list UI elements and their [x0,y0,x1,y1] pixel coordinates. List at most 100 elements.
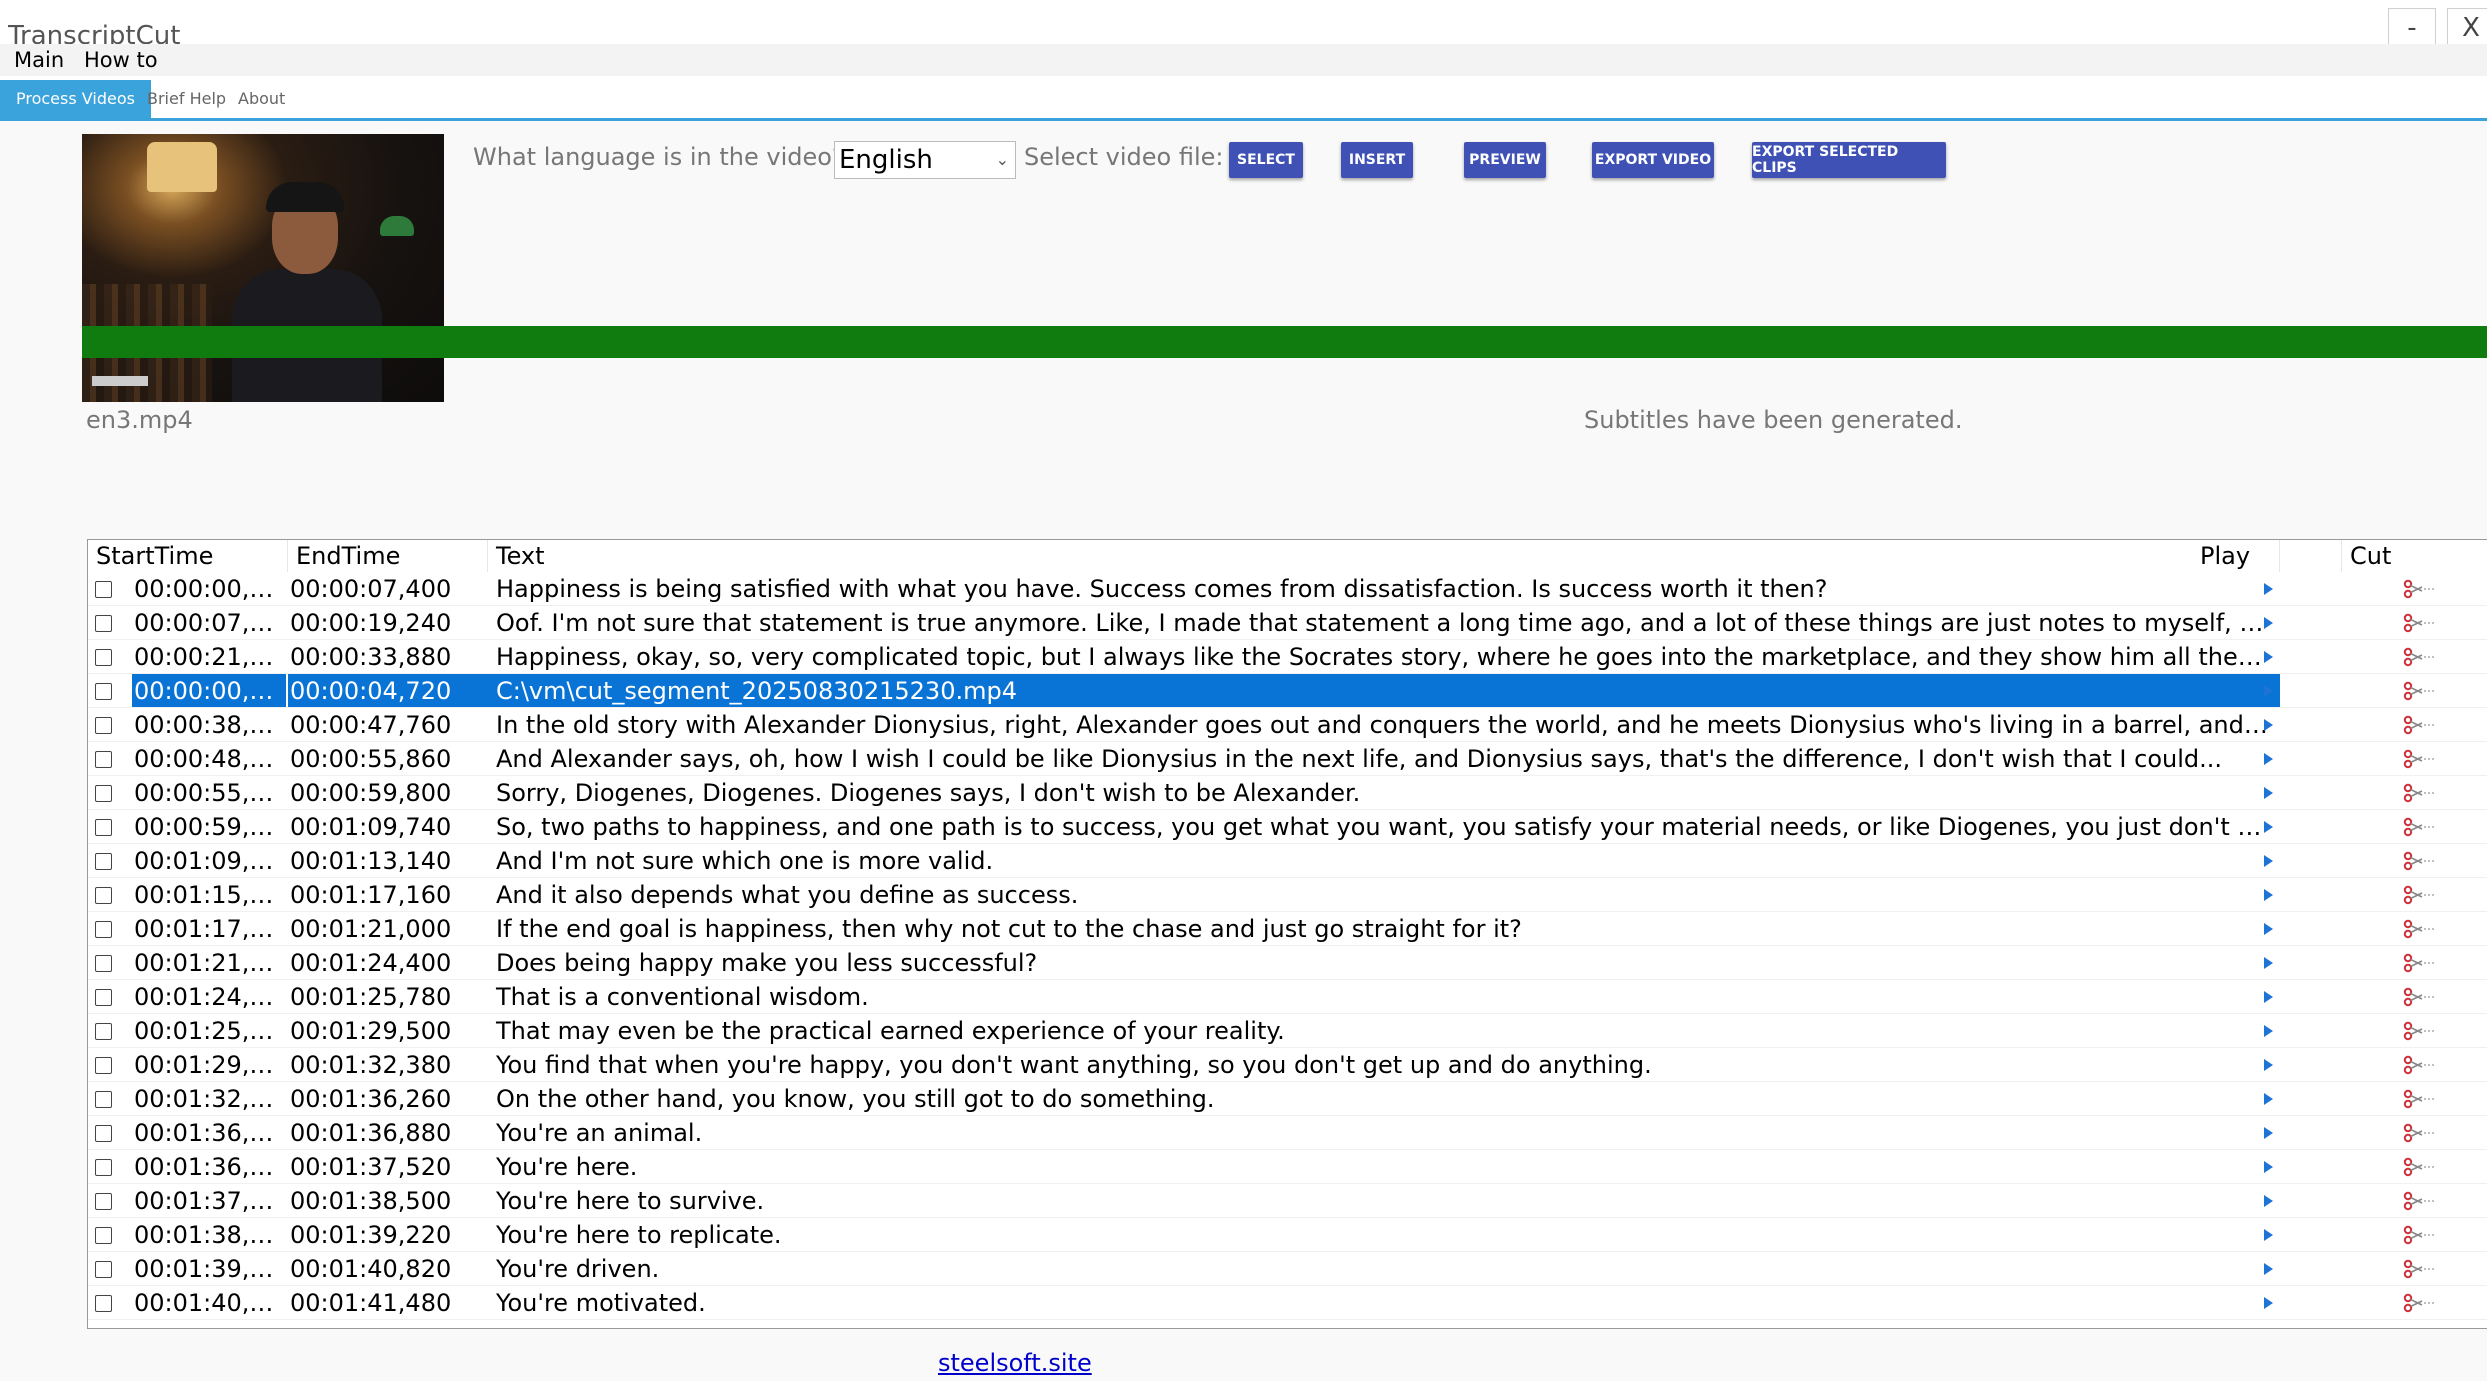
table-row[interactable]: 00:01:09,740 00:01:13,140 And I'm not sure… [88,844,2487,878]
row-checkbox[interactable] [95,819,112,836]
table-row[interactable]: 00:00:07,400 00:00:19,240 Oof. I'm not sur… [88,606,2487,640]
table-row[interactable]: 00:00:00,000 00:00:07,400 Happiness is bei… [88,572,2487,606]
play-icon[interactable] [2264,923,2273,935]
row-checkbox[interactable] [95,1227,112,1244]
row-checkbox[interactable] [95,887,112,904]
play-icon[interactable] [2264,991,2273,1003]
row-checkbox[interactable] [95,785,112,802]
scissors-icon[interactable] [2402,952,2436,974]
scissors-icon[interactable] [2402,646,2436,668]
insert-button[interactable]: INSERT [1341,142,1413,178]
row-checkbox[interactable] [95,921,112,938]
play-icon[interactable] [2264,1093,2273,1105]
play-icon[interactable] [2264,1263,2273,1275]
scissors-icon[interactable] [2402,1224,2436,1246]
play-icon[interactable] [2264,685,2273,697]
export-selected-clips-button[interactable]: EXPORT SELECTED CLIPS [1752,142,1946,178]
scissors-icon[interactable] [2402,1190,2436,1212]
scissors-icon[interactable] [2402,816,2436,838]
row-checkbox[interactable] [95,649,112,666]
scissors-icon[interactable] [2402,884,2436,906]
play-icon[interactable] [2264,889,2273,901]
play-icon[interactable] [2264,1229,2273,1241]
scissors-icon[interactable] [2402,714,2436,736]
column-header-end-time[interactable]: EndTime [288,540,488,572]
export-video-button[interactable]: EXPORT VIDEO [1592,142,1714,178]
scissors-icon[interactable] [2402,1088,2436,1110]
table-row[interactable]: 00:01:36,880 00:01:37,520 You're here. [88,1150,2487,1184]
row-checkbox[interactable] [95,1125,112,1142]
table-row[interactable]: 00:01:38,500 00:01:39,220 You're here to r… [88,1218,2487,1252]
table-row[interactable]: 00:01:37,520 00:01:38,500 You're here to s… [88,1184,2487,1218]
play-icon[interactable] [2264,1059,2273,1071]
table-row[interactable]: 00:00:59,800 00:01:09,740 So, two paths to… [88,810,2487,844]
scissors-icon[interactable] [2402,1292,2436,1314]
scissors-icon[interactable] [2402,578,2436,600]
table-row[interactable]: 00:00:55,860 00:00:59,800 Sorry, Diogenes,… [88,776,2487,810]
scissors-icon[interactable] [2402,612,2436,634]
scissors-icon[interactable] [2402,1020,2436,1042]
play-icon[interactable] [2264,957,2273,969]
tab-process-videos[interactable]: Process Videos [0,80,151,118]
row-checkbox[interactable] [95,683,112,700]
table-row[interactable]: 00:01:40,820 00:01:41,480 You're motivated… [88,1286,2487,1320]
play-icon[interactable] [2264,821,2273,833]
menu-how-to[interactable]: How to [84,46,158,74]
row-checkbox[interactable] [95,717,112,734]
column-header-text[interactable]: Text [488,540,2280,572]
row-checkbox[interactable] [95,1261,112,1278]
scissors-icon[interactable] [2402,748,2436,770]
play-icon[interactable] [2264,787,2273,799]
column-header-cut[interactable]: Cut [2342,540,2487,572]
play-icon[interactable] [2264,855,2273,867]
scissors-icon[interactable] [2402,1156,2436,1178]
row-checkbox[interactable] [95,1091,112,1108]
play-icon[interactable] [2264,1127,2273,1139]
row-checkbox[interactable] [95,853,112,870]
row-checkbox[interactable] [95,581,112,598]
column-header-play[interactable]: Play [2192,540,2342,572]
play-icon[interactable] [2264,753,2273,765]
table-row[interactable]: 00:01:24,400 00:01:25,780 That is a conven… [88,980,2487,1014]
table-row[interactable]: 00:01:21,000 00:01:24,400 Does being happy… [88,946,2487,980]
row-checkbox[interactable] [95,1159,112,1176]
language-select[interactable]: English ⌄ [834,141,1016,179]
row-checkbox[interactable] [95,615,112,632]
minimize-button[interactable]: - [2388,8,2436,48]
scissors-icon[interactable] [2402,680,2436,702]
menu-main[interactable]: Main [14,46,64,74]
play-icon[interactable] [2264,719,2273,731]
table-row[interactable]: 00:00:21,200 00:00:33,880 Happiness, okay,… [88,640,2487,674]
column-header-start-time[interactable]: StartTime [88,540,288,572]
row-checkbox[interactable] [95,955,112,972]
row-checkbox[interactable] [95,1057,112,1074]
play-icon[interactable] [2264,617,2273,629]
table-row[interactable]: 00:01:39,220 00:01:40,820 You're driven. [88,1252,2487,1286]
scissors-icon[interactable] [2402,918,2436,940]
table-row[interactable]: 00:00:00,000 00:00:04,720 C:\vm\cut_segmen… [88,674,2487,708]
row-checkbox[interactable] [95,1193,112,1210]
row-checkbox[interactable] [95,989,112,1006]
scissors-icon[interactable] [2402,1122,2436,1144]
website-link[interactable]: steelsoft.site [938,1349,1092,1377]
select-button[interactable]: SELECT [1229,142,1303,178]
table-row[interactable]: 00:00:48,560 00:00:55,860 And Alexander sa… [88,742,2487,776]
play-icon[interactable] [2264,651,2273,663]
table-row[interactable]: 00:00:38,400 00:00:47,760 In the old story… [88,708,2487,742]
scissors-icon[interactable] [2402,1258,2436,1280]
table-row[interactable]: 00:01:36,260 00:01:36,880 You're an animal… [88,1116,2487,1150]
play-icon[interactable] [2264,583,2273,595]
close-button[interactable]: X [2447,8,2487,48]
play-icon[interactable] [2264,1025,2273,1037]
table-row[interactable]: 00:01:29,500 00:01:32,380 You find that wh… [88,1048,2487,1082]
tab-about[interactable]: About [222,80,301,118]
scissors-icon[interactable] [2402,986,2436,1008]
row-checkbox[interactable] [95,1295,112,1312]
row-checkbox[interactable] [95,1023,112,1040]
table-row[interactable]: 00:01:17,160 00:01:21,000 If the end goal … [88,912,2487,946]
play-icon[interactable] [2264,1195,2273,1207]
row-checkbox[interactable] [95,751,112,768]
play-icon[interactable] [2264,1297,2273,1309]
table-row[interactable]: 00:01:32,380 00:01:36,260 On the other han… [88,1082,2487,1116]
table-row[interactable]: 00:01:25,780 00:01:29,500 That may even be… [88,1014,2487,1048]
